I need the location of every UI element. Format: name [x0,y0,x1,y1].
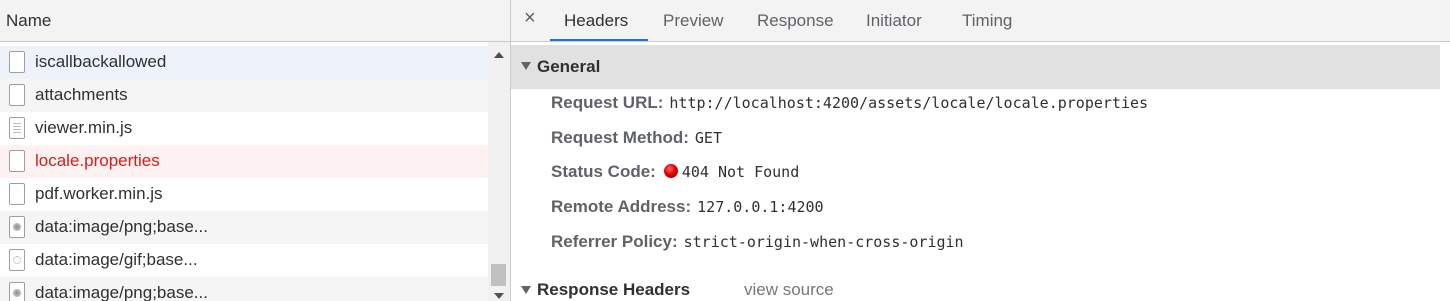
image-file-icon [9,216,25,238]
gif-file-icon [9,249,25,271]
status-code-row: Status Code: 404 Not Found [551,162,799,188]
request-details-panel: × Headers Preview Response Initiator Tim… [511,0,1450,301]
collapse-triangle-icon[interactable] [521,286,531,294]
general-section-title: General [537,57,601,76]
tab-preview[interactable]: Preview [663,11,723,31]
response-headers-section-header[interactable]: Response Headers view source [511,270,1450,301]
scroll-down-arrow-icon[interactable] [494,293,504,299]
request-name: iscallbackallowed [35,52,167,71]
request-method-value: GET [694,129,722,147]
details-scrollbar-track[interactable] [1440,42,1450,301]
scroll-up-arrow-icon[interactable] [494,52,504,58]
view-source-link[interactable]: view source [744,280,834,300]
request-name: data:image/gif;base... [35,250,198,269]
request-name: pdf.worker.min.js [35,184,163,203]
status-code-label: Status Code: [551,162,656,181]
tab-response[interactable]: Response [757,11,834,31]
remote-address-row: Remote Address: 127.0.0.1:4200 [551,197,824,223]
request-name: locale.properties [35,151,160,170]
response-headers-title: Response Headers [537,280,691,299]
remote-address-label: Remote Address: [551,197,692,216]
close-icon[interactable]: × [524,8,536,28]
request-row[interactable]: pdf.worker.min.js [0,178,488,211]
request-row[interactable]: iscallbackallowed [0,46,488,79]
request-row[interactable]: data:image/png;base... [0,277,488,301]
request-name: attachments [35,85,128,104]
document-icon [9,84,25,106]
scrollbar-thumb[interactable] [491,264,506,286]
general-section-header[interactable]: General [511,45,1450,89]
collapse-triangle-icon[interactable] [521,62,531,70]
referrer-policy-label: Referrer Policy: [551,232,678,251]
request-row[interactable]: data:image/gif;base... [0,244,488,277]
tab-initiator[interactable]: Initiator [866,11,922,31]
name-column-header[interactable]: Name [0,0,510,42]
referrer-policy-row: Referrer Policy: strict-origin-when-cross… [551,232,964,258]
request-name: data:image/png;base... [35,217,208,236]
details-tab-bar: × Headers Preview Response Initiator Tim… [511,0,1450,42]
request-url-value: http://localhost:4200/assets/locale/loca… [669,94,1149,112]
image-file-icon [9,282,25,301]
request-list-panel: Name iscallbackallowed attachments viewe… [0,0,510,301]
name-column-label: Name [6,11,52,30]
request-list-scrollbar[interactable] [488,42,510,301]
request-rows: iscallbackallowed attachments viewer.min… [0,46,488,301]
referrer-policy-value: strict-origin-when-cross-origin [683,233,964,251]
request-url-label: Request URL: [551,93,664,112]
request-row[interactable]: viewer.min.js [0,112,488,145]
remote-address-value: 127.0.0.1:4200 [697,198,824,216]
document-icon [9,51,25,73]
status-error-dot-icon [663,164,678,178]
document-icon [9,183,25,205]
tab-timing[interactable]: Timing [962,11,1012,31]
document-icon [9,150,25,172]
request-method-label: Request Method: [551,128,689,147]
request-row-error[interactable]: locale.properties [0,145,488,178]
script-file-icon [9,117,25,139]
request-name: viewer.min.js [35,118,133,137]
tab-headers[interactable]: Headers [564,11,628,31]
request-url-row: Request URL: http://localhost:4200/assets… [551,93,1148,119]
request-row[interactable]: attachments [0,79,488,112]
request-row[interactable]: data:image/png;base... [0,211,488,244]
request-name: data:image/png;base... [35,283,208,301]
request-method-row: Request Method: GET [551,128,722,154]
status-code-value: 404 Not Found [681,163,800,181]
active-tab-indicator [550,39,648,41]
